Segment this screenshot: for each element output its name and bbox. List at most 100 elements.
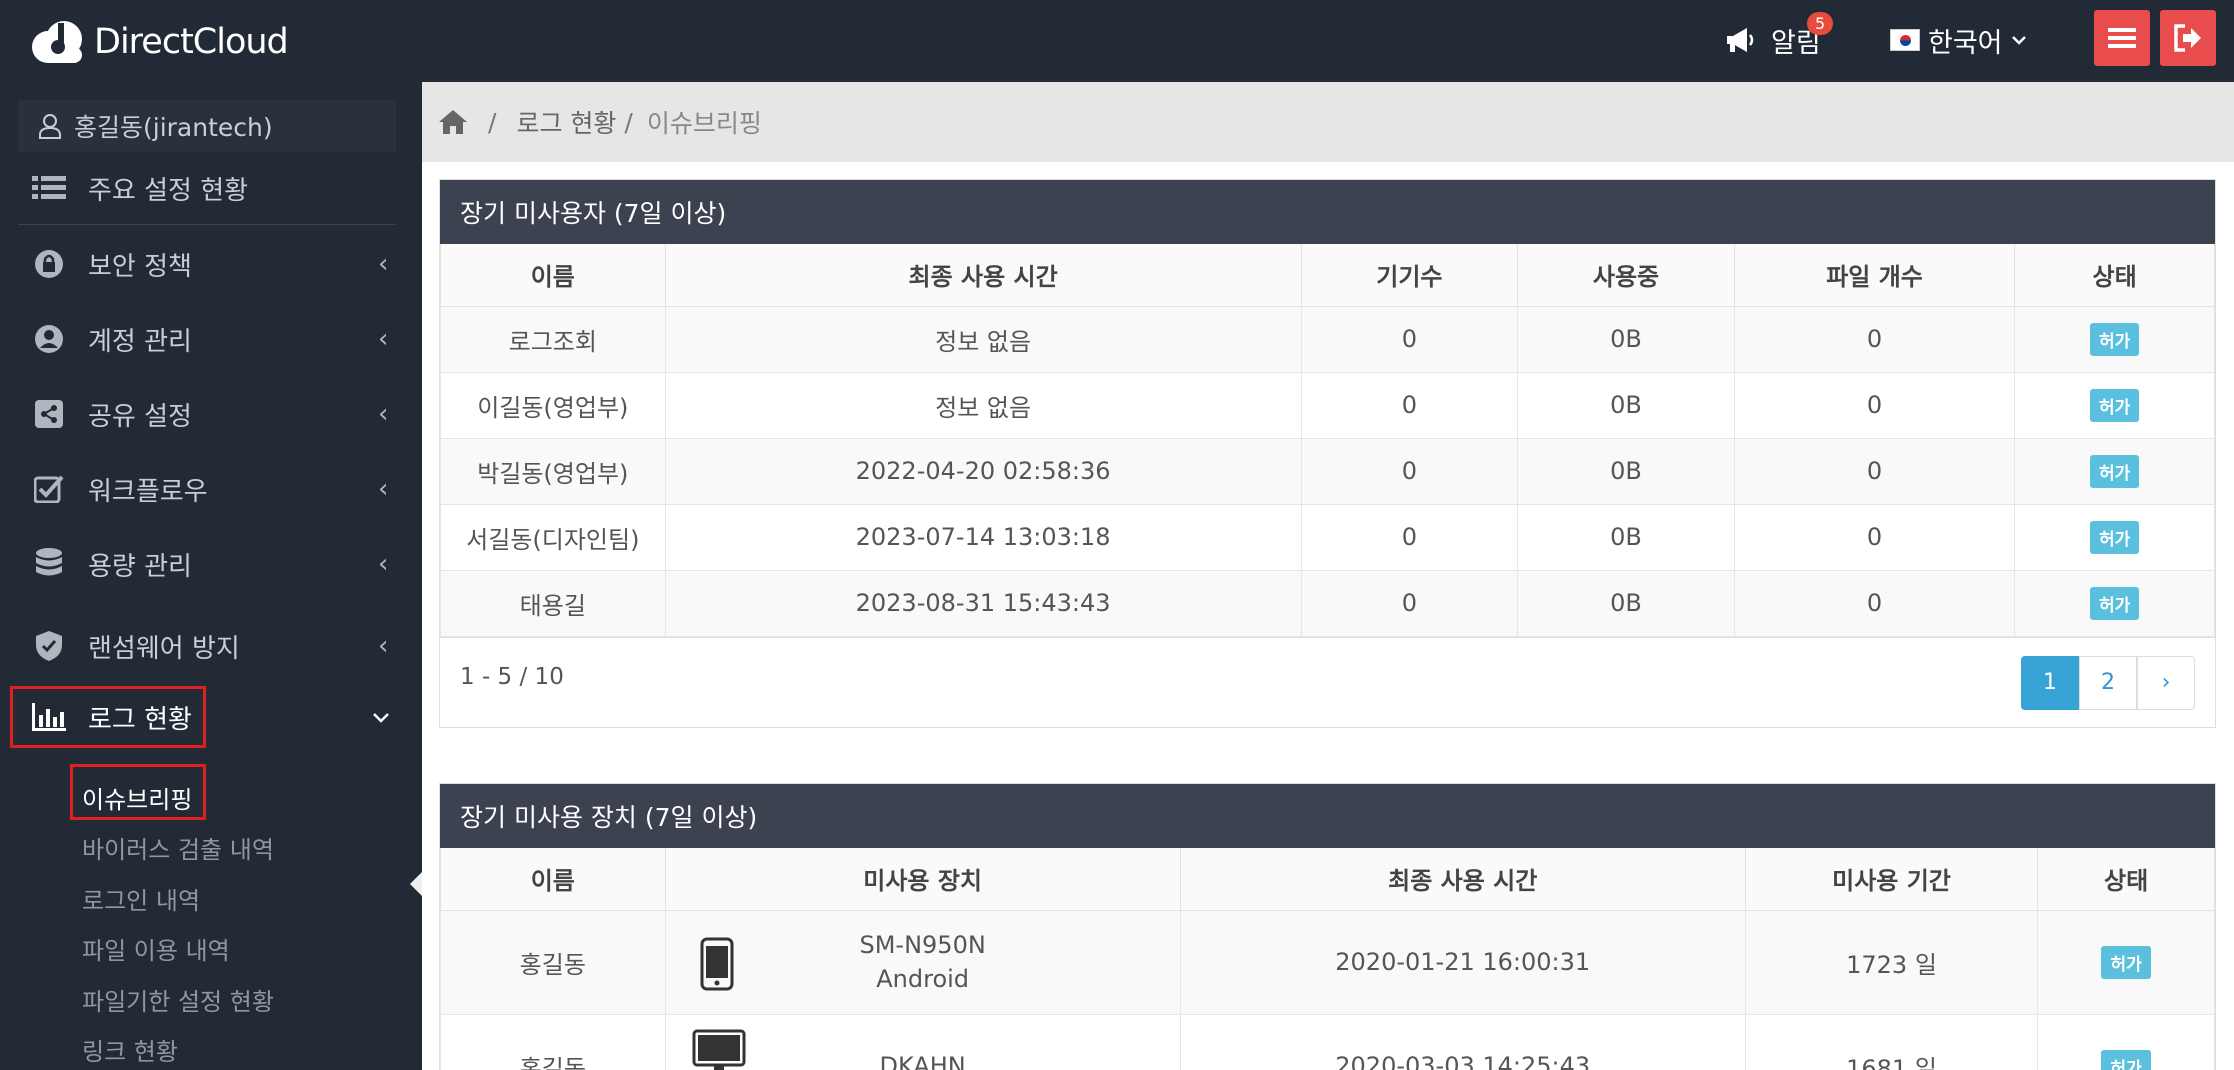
sidebar-item-label: 용량 관리 <box>88 551 192 582</box>
home-icon[interactable] <box>438 109 468 135</box>
phone-icon <box>700 937 734 990</box>
chevron-down-icon <box>373 713 389 723</box>
status-badge: 허가 <box>2090 520 2140 554</box>
status-badge: 허가 <box>2090 586 2140 620</box>
record-count: 1 - 5 / 10 <box>460 663 564 690</box>
cell-status: 허가 <box>2014 305 2215 373</box>
table-row[interactable]: 로그조회 정보 없음 0 0B 0 허가 <box>440 305 2215 373</box>
sidebar-item-ransomware[interactable]: 랜섬웨어 방지 ‹ <box>0 616 422 676</box>
column-header[interactable]: 미사용 장치 <box>664 848 1181 911</box>
subitem-virus-detection[interactable]: 바이러스 검출 내역 <box>82 830 274 865</box>
chevron-left-icon: ‹ <box>378 249 389 279</box>
column-header[interactable]: 상태 <box>2037 848 2215 911</box>
cell-status: 허가 <box>2014 371 2215 439</box>
korea-flag-icon <box>1890 29 1920 51</box>
sidebar-item-label: 계정 관리 <box>88 326 192 357</box>
cell-last-used: 정보 없음 <box>664 305 1302 373</box>
table-row[interactable]: 박길동(영업부) 2022-04-20 02:58:36 0 0B 0 허가 <box>440 437 2215 505</box>
language-selector[interactable]: 한국어 <box>1890 18 2027 62</box>
logout-icon <box>2174 24 2201 52</box>
cell-status: 허가 <box>2014 569 2215 637</box>
lock-icon <box>32 247 66 281</box>
inactive-users-panel: 장기 미사용자 (7일 이상) 이름 최종 사용 시간 기기수 사용중 파일 개… <box>439 179 2216 728</box>
highlight-box <box>70 764 206 820</box>
cell-last-used: 2020-01-21 16:00:31 <box>1179 909 1746 1015</box>
database-icon <box>32 547 66 581</box>
cell-files: 0 <box>1733 437 2016 505</box>
cell-status: 허가 <box>2037 909 2215 1015</box>
chevron-left-icon: ‹ <box>378 631 389 661</box>
cell-name: 서길동(디자인팀) <box>440 503 666 571</box>
cell-devices: 0 <box>1300 437 1519 505</box>
panel-title: 장기 미사용 장치 (7일 이상) <box>440 784 2215 848</box>
cell-period: 1681 일 <box>1744 1013 2039 1070</box>
logout-button[interactable] <box>2160 10 2216 66</box>
cell-usage: 0B <box>1517 569 1735 637</box>
alarm-button[interactable]: 알림 5 <box>1725 12 1834 62</box>
subitem-link-status[interactable]: 링크 현황 <box>82 1032 178 1067</box>
divider <box>18 224 396 225</box>
cell-name: 박길동(영업부) <box>440 437 666 505</box>
sidebar-item-storage[interactable]: 용량 관리 ‹ <box>0 534 422 594</box>
sidebar-item-security[interactable]: 보안 정책 ‹ <box>0 234 422 294</box>
subitem-file-usage[interactable]: 파일 이용 내역 <box>82 931 230 966</box>
menu-button[interactable] <box>2094 10 2150 66</box>
sidebar-item-accounts[interactable]: 계정 관리 ‹ <box>0 309 422 369</box>
sidebar-item-sharing[interactable]: 공유 설정 ‹ <box>0 384 422 444</box>
alarm-count-badge: 5 <box>1807 12 1834 35</box>
logo[interactable]: DirectCloud <box>28 14 289 70</box>
table-row[interactable]: 태용길 2023-08-31 15:43:43 0 0B 0 허가 <box>440 569 2215 637</box>
chevron-down-icon <box>2011 36 2026 45</box>
table-row[interactable]: 서길동(디자인팀) 2023-07-14 13:03:18 0 0B 0 허가 <box>440 503 2215 571</box>
table-row[interactable]: 홍길동 SM-N950N Android 2020-01-21 16:00:31… <box>440 909 2215 1015</box>
shield-icon <box>32 629 66 663</box>
cell-devices: 0 <box>1300 503 1519 571</box>
desktop-icon <box>692 1029 746 1070</box>
user-circle-icon <box>32 322 66 356</box>
column-header[interactable]: 파일 개수 <box>1733 244 2016 307</box>
chevron-left-icon: ‹ <box>378 549 389 579</box>
column-header[interactable]: 최종 사용 시간 <box>664 244 1302 307</box>
cell-files: 0 <box>1733 371 2016 439</box>
status-badge: 허가 <box>2090 322 2140 356</box>
chevron-left-icon: ‹ <box>378 474 389 504</box>
breadcrumb-item[interactable]: 로그 현황 <box>516 104 616 140</box>
status-badge: 허가 <box>2090 388 2140 422</box>
cell-devices: 0 <box>1300 371 1519 439</box>
column-header[interactable]: 이름 <box>440 244 666 307</box>
chevron-left-icon: ‹ <box>378 399 389 429</box>
column-header[interactable]: 상태 <box>2014 244 2215 307</box>
table-row[interactable]: 홍길동 DKAHN 2020-03-03 14:25:43 1681 일 허가 <box>440 1013 2215 1070</box>
user-icon <box>39 114 61 139</box>
cell-devices: 0 <box>1300 569 1519 637</box>
column-header[interactable]: 미사용 기간 <box>1744 848 2039 911</box>
breadcrumb-current: 이슈브리핑 <box>646 109 762 138</box>
status-badge: 허가 <box>2101 1049 2151 1070</box>
cell-device: SM-N950N Android <box>664 909 1181 1015</box>
cell-last-used: 2020-03-03 14:25:43 <box>1179 1013 1746 1070</box>
next-page-button[interactable]: › <box>2137 655 2195 710</box>
column-header[interactable]: 기기수 <box>1300 244 1519 307</box>
column-header[interactable]: 이름 <box>440 848 666 911</box>
table-row[interactable]: 이길동(영업부) 정보 없음 0 0B 0 허가 <box>440 371 2215 439</box>
page-button-1[interactable]: 1 <box>2021 655 2079 710</box>
subitem-file-expiry[interactable]: 파일기한 설정 현황 <box>82 982 274 1017</box>
sidebar-item-settings-overview[interactable]: 주요 설정 현황 <box>0 158 422 218</box>
user-profile[interactable]: 홍길동(jirantech) <box>18 100 396 152</box>
hamburger-icon <box>2108 28 2136 48</box>
column-header[interactable]: 최종 사용 시간 <box>1179 848 1746 911</box>
sidebar-item-label: 보안 정책 <box>88 251 192 282</box>
cell-device: DKAHN <box>664 1013 1181 1070</box>
cloud-logo-icon <box>28 17 88 67</box>
page-button-2[interactable]: 2 <box>2079 655 2137 710</box>
cell-usage: 0B <box>1517 371 1735 439</box>
cell-name: 홍길동 <box>440 1013 666 1070</box>
column-header[interactable]: 사용중 <box>1517 244 1735 307</box>
sidebar-item-label: 주요 설정 현황 <box>88 175 249 206</box>
sidebar-item-workflow[interactable]: 워크플로우 ‹ <box>0 459 422 519</box>
subitem-login-history[interactable]: 로그인 내역 <box>82 881 200 916</box>
brand-name: DirectCloud <box>94 22 289 62</box>
status-badge: 허가 <box>2101 945 2151 979</box>
pagination: 1 2 › <box>2021 655 2195 710</box>
cell-last-used: 정보 없음 <box>664 371 1302 439</box>
